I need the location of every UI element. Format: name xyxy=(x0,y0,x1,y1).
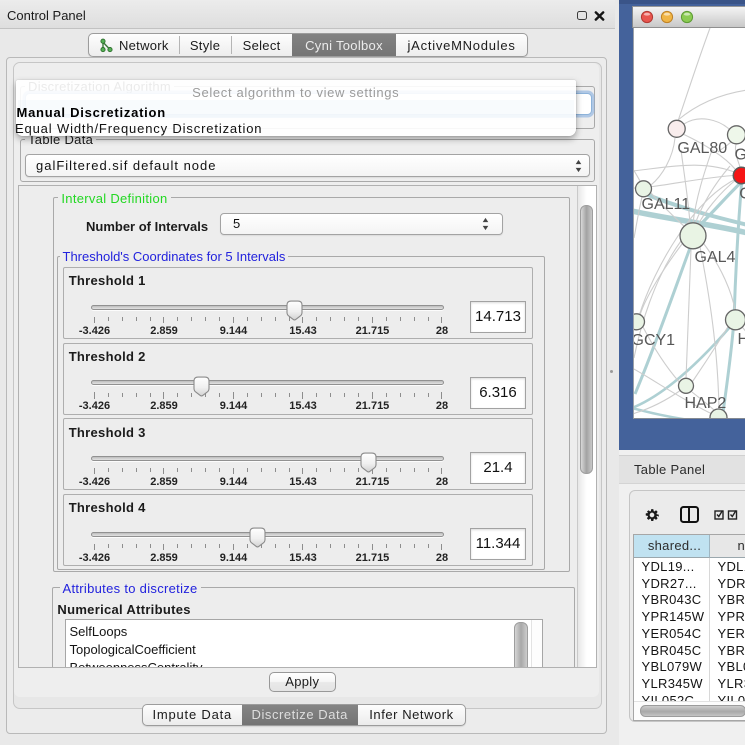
svg-text:HIS4: HIS4 xyxy=(737,331,745,348)
svg-text:GCY1: GCY1 xyxy=(634,332,675,349)
svg-text:GAL11: GAL11 xyxy=(641,196,690,213)
svg-text:HAP2: HAP2 xyxy=(684,395,726,412)
svg-text:GAL80: GAL80 xyxy=(677,140,727,157)
svg-text:CU: CU xyxy=(739,185,745,202)
svg-text:GAL4: GAL4 xyxy=(694,249,735,266)
svg-text:GA: GA xyxy=(734,147,745,164)
